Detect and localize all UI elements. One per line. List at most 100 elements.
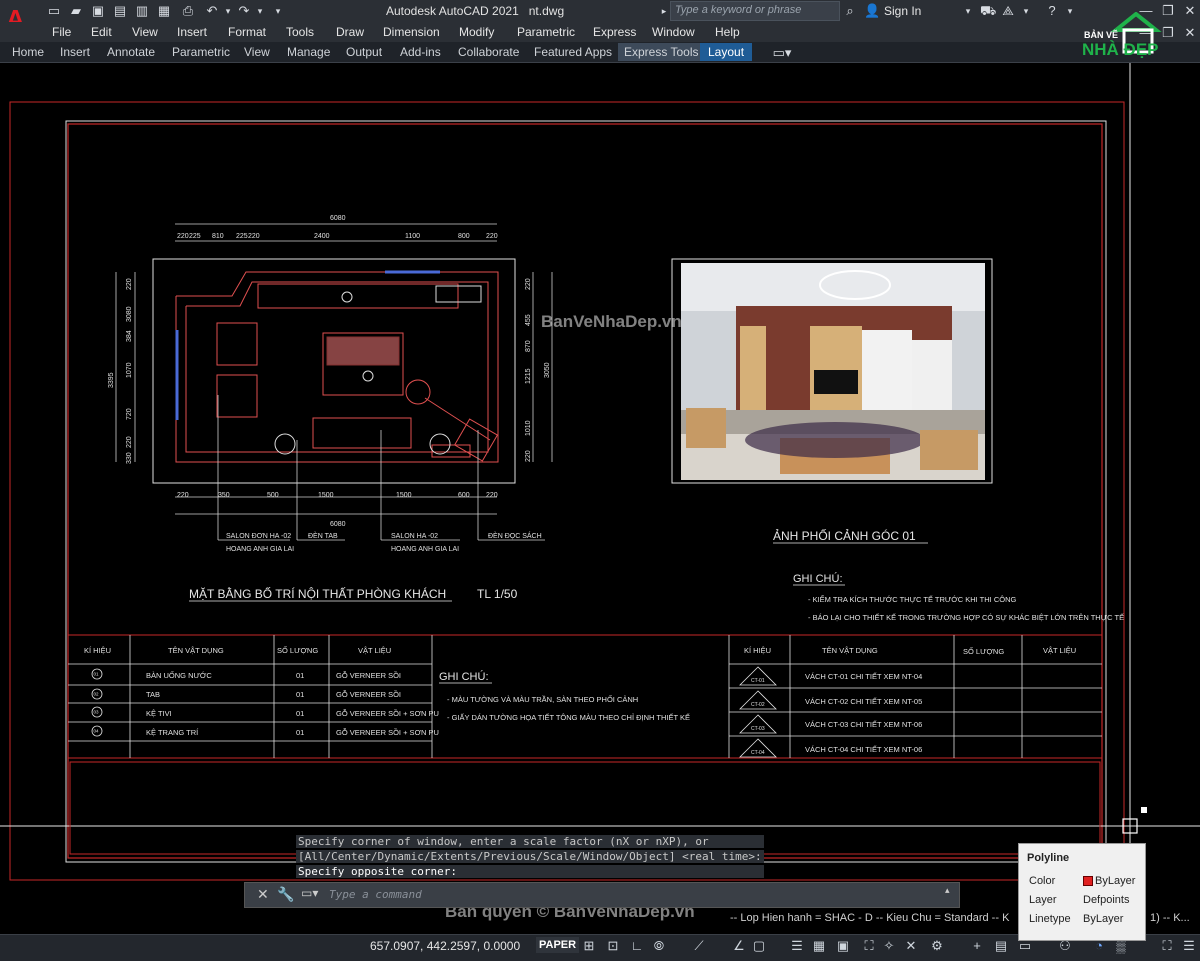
dim-right-2: 870 bbox=[525, 340, 532, 352]
command-line[interactable]: ✕ 🔧 ▭▾ Type a command ▴ bbox=[244, 882, 960, 908]
menu-edit[interactable]: Edit bbox=[91, 25, 112, 39]
undo-dropdown-icon[interactable]: ▾ bbox=[220, 3, 236, 19]
lineweight-icon[interactable]: ☰ bbox=[788, 937, 806, 955]
tab-view[interactable]: View bbox=[244, 45, 270, 59]
menu-parametric[interactable]: Parametric bbox=[517, 25, 575, 39]
tab-collaborate[interactable]: Collaborate bbox=[458, 45, 519, 59]
menu-window[interactable]: Window bbox=[652, 25, 695, 39]
menu-format[interactable]: Format bbox=[228, 25, 266, 39]
tab-insert[interactable]: Insert bbox=[60, 45, 90, 59]
snap-icon[interactable]: ⊡ bbox=[604, 937, 622, 955]
annotation-visibility-icon[interactable]: ✧ bbox=[880, 937, 898, 955]
layer-status-text-end: 1) -- K... bbox=[1150, 912, 1190, 924]
object-snap-tracking-icon[interactable]: ∠ bbox=[730, 937, 748, 955]
tab-parametric[interactable]: Parametric bbox=[172, 45, 230, 59]
exchange-dropdown-icon[interactable]: ▾ bbox=[1018, 3, 1034, 19]
menu-express[interactable]: Express bbox=[593, 25, 636, 39]
new-file-icon[interactable]: ▭ bbox=[46, 3, 62, 19]
quick-access-dropdown-icon[interactable]: ▾ bbox=[270, 3, 286, 19]
user-icon[interactable]: 👤 bbox=[864, 3, 880, 19]
menu-draw[interactable]: Draw bbox=[336, 25, 364, 39]
paper-space-toggle[interactable]: PAPER bbox=[536, 937, 580, 953]
drawing-canvas[interactable]: 6080 6080 220 225 810 225 220 2400 1100 … bbox=[0, 63, 1200, 905]
dim-right-1: 455 bbox=[525, 314, 532, 326]
coordinate-readout[interactable]: 657.0907, 442.2597, 0.0000 bbox=[370, 939, 520, 953]
tab-output[interactable]: Output bbox=[346, 45, 382, 59]
transparency-icon[interactable]: ▦ bbox=[810, 937, 828, 955]
annotation-scale-icon[interactable]: ⛶ bbox=[860, 937, 878, 955]
tab-home[interactable]: Home bbox=[12, 45, 44, 59]
selection-cycling-icon[interactable]: ▣ bbox=[834, 937, 852, 955]
menu-dimension[interactable]: Dimension bbox=[383, 25, 440, 39]
menu-insert[interactable]: Insert bbox=[177, 25, 207, 39]
menu-view[interactable]: View bbox=[132, 25, 158, 39]
tab-layout[interactable]: Layout bbox=[700, 43, 753, 61]
redo-dropdown-icon[interactable]: ▾ bbox=[252, 3, 268, 19]
watermark-top: BanVeNhaDep.vn bbox=[541, 312, 682, 331]
sign-in-link[interactable]: Sign In bbox=[884, 4, 921, 18]
annotation-monitor-icon[interactable]: + bbox=[968, 937, 986, 955]
plan-walls bbox=[175, 271, 499, 463]
autoscale-icon[interactable]: ✕ bbox=[902, 937, 920, 955]
units-icon[interactable]: ▤ bbox=[992, 937, 1010, 955]
customization-menu-icon[interactable]: ☰ bbox=[1180, 937, 1198, 955]
tab-manage[interactable]: Manage bbox=[287, 45, 330, 59]
help-icon[interactable]: ? bbox=[1044, 3, 1060, 19]
props-color-label: Color bbox=[1029, 875, 1056, 887]
help-dropdown-icon[interactable]: ▾ bbox=[1062, 3, 1078, 19]
callout-2-line1: ĐÈN TAB bbox=[308, 531, 338, 540]
recent-commands-icon[interactable]: ▭▾ bbox=[301, 886, 318, 900]
menu-tools[interactable]: Tools bbox=[286, 25, 314, 39]
t1-row4-name: KỆ TRANG TRÍ bbox=[146, 728, 199, 737]
plot-icon[interactable]: ⎙ bbox=[180, 3, 196, 19]
ribbon-toggle-icon[interactable]: ▭▾ bbox=[770, 45, 794, 61]
tab-add-ins[interactable]: Add-ins bbox=[400, 45, 441, 59]
dim-bottom-0: 220 bbox=[177, 492, 189, 499]
isodraft-icon[interactable]: ⟋ bbox=[690, 937, 708, 955]
table1-symbol-labels: 01 02 03 04 bbox=[94, 672, 100, 734]
callout-1-line2: HOANG ANH GIA LAI bbox=[226, 546, 294, 553]
undo-icon[interactable]: ↶ bbox=[204, 3, 220, 19]
props-layer-label: Layer bbox=[1029, 894, 1057, 906]
svg-text:02: 02 bbox=[94, 692, 100, 697]
cart-icon[interactable]: ⛟ bbox=[980, 3, 996, 19]
tab-featured-apps[interactable]: Featured Apps bbox=[534, 45, 612, 59]
workspace-gear-icon[interactable]: ⚙ bbox=[928, 937, 946, 955]
ortho-icon[interactable]: ∟ bbox=[628, 937, 646, 955]
sign-in-dropdown-icon[interactable]: ▾ bbox=[960, 3, 976, 19]
command-input[interactable]: Type a command bbox=[329, 888, 422, 901]
menu-help[interactable]: Help bbox=[715, 25, 740, 39]
title-block-lines bbox=[68, 634, 1102, 855]
autodesk-app-icon[interactable]: ⟁ bbox=[1000, 3, 1016, 19]
redo-icon[interactable]: ↷ bbox=[236, 3, 252, 19]
dim-left-0: 220 bbox=[126, 278, 133, 290]
dim-left-2: 384 bbox=[126, 330, 133, 342]
note-mid-1: - MÀU TƯỜNG VÀ MÀU TRẦN, SÀN THEO PHỐI C… bbox=[447, 694, 638, 704]
grid-icon[interactable]: ⊞ bbox=[580, 937, 598, 955]
menu-modify[interactable]: Modify bbox=[459, 25, 494, 39]
sheet-border-outer bbox=[9, 101, 1125, 881]
search-icon[interactable]: ⌕ bbox=[842, 3, 858, 19]
polar-icon[interactable]: ⦾ bbox=[650, 937, 668, 955]
table1-rows: BÀN UỐNG NƯỚC 01 GỖ VERNEER SỒI TAB 01 G… bbox=[146, 670, 439, 737]
menu-file[interactable]: File bbox=[52, 25, 71, 39]
customize-icon[interactable]: 🔧 bbox=[277, 886, 294, 903]
save-icon[interactable]: ▣ bbox=[90, 3, 106, 19]
command-history-line-3: Specify opposite corner: bbox=[296, 865, 764, 878]
layer-status-text: -- Lop Hien hanh = SHAC - D -- Kieu Chu … bbox=[730, 912, 1010, 924]
props-linetype-value: ByLayer bbox=[1083, 913, 1124, 925]
cad-layout-svg[interactable]: 6080 6080 220 225 810 225 220 2400 1100 … bbox=[0, 63, 1200, 905]
clean-screen-icon[interactable]: ⛶ bbox=[1158, 937, 1176, 955]
search-input[interactable]: Type a keyword or phrase bbox=[670, 1, 840, 21]
save-as-icon[interactable]: ▤ bbox=[112, 3, 128, 19]
command-history-line-1: Specify corner of window, enter a scale … bbox=[296, 835, 764, 848]
command-close-icon[interactable]: ✕ bbox=[257, 886, 269, 903]
tab-express-tools[interactable]: Express Tools bbox=[618, 43, 705, 61]
open-folder-icon[interactable]: ▰ bbox=[68, 3, 84, 19]
command-expand-icon[interactable]: ▴ bbox=[945, 885, 950, 896]
save-web-icon[interactable]: ▦ bbox=[156, 3, 172, 19]
object-snap-icon[interactable]: ▢ bbox=[750, 937, 768, 955]
tab-annotate[interactable]: Annotate bbox=[107, 45, 155, 59]
plan-title: MẶT BẰNG BỐ TRÍ NỘI THẤT PHÒNG KHÁCH bbox=[189, 586, 446, 601]
open-web-icon[interactable]: ▥ bbox=[134, 3, 150, 19]
